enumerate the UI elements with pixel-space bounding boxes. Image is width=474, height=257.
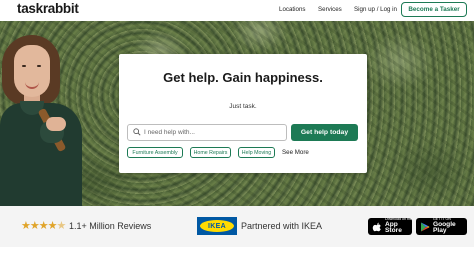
hero-headline: Get help. Gain happiness. (163, 70, 323, 85)
chip-home-repairs[interactable]: Home Repairs (190, 147, 231, 158)
search-field[interactable] (127, 124, 287, 141)
google-play-badge[interactable]: GET IT ON Google Play (416, 217, 467, 235)
chip-furniture-assembly[interactable]: Furniture Assembly (127, 147, 183, 158)
page-bottom (0, 247, 474, 257)
star-icon: ★ (21, 220, 31, 232)
google-play-icon (421, 222, 430, 231)
search-input[interactable] (144, 125, 284, 140)
ikea-logo: IKEA (197, 217, 237, 235)
star-icon: ★ (47, 220, 58, 232)
trust-bar: ★★★★★ 1.1+ Million Reviews IKEA Partnere… (0, 206, 474, 247)
hero-subline: Just task. (229, 103, 257, 110)
nav-locations[interactable]: Locations (279, 6, 306, 13)
apple-icon (372, 222, 381, 231)
hero-person-image (0, 21, 110, 206)
search-card: Get help. Gain happiness. Just task. Get… (119, 54, 367, 173)
search-icon (133, 128, 141, 136)
see-more-link[interactable]: See More (282, 149, 309, 156)
ikea-partner-text: Partnered with IKEA (241, 221, 323, 231)
top-nav-bar: taskrabbit Locations Services Sign up / … (0, 0, 474, 22)
taskrabbit-logo[interactable]: taskrabbit (17, 1, 79, 16)
get-help-button[interactable]: Get help today (291, 124, 358, 141)
nav-services[interactable]: Services (318, 6, 342, 13)
half-star-icon: ★ (56, 220, 67, 232)
star-icon: ★ (29, 220, 40, 232)
app-store-badge[interactable]: Download on the App Store (368, 217, 412, 235)
become-tasker-button[interactable]: Become a Tasker (401, 2, 467, 17)
rating-stars: ★★★★★ (21, 219, 67, 232)
hero-section: Get help. Gain happiness. Just task. Get… (0, 21, 474, 206)
nav-signup-login[interactable]: Sign up / Log in (354, 6, 397, 13)
reviews-count: 1.1+ Million Reviews (69, 221, 152, 231)
star-icon: ★ (38, 220, 49, 232)
chip-help-moving[interactable]: Help Moving (238, 147, 275, 158)
